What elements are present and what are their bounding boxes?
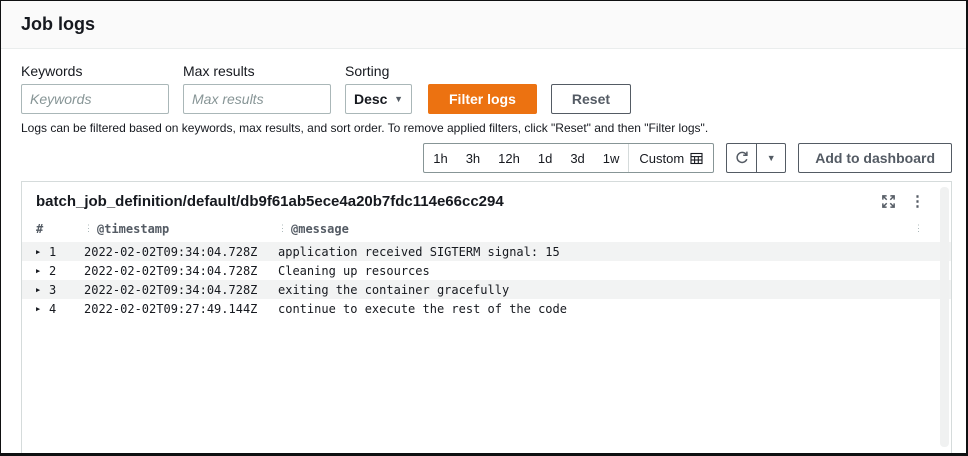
time-range-bar: 1h 3h 12h 1d 3d 1w Custom	[423, 143, 715, 173]
custom-range-label: Custom	[639, 150, 685, 166]
page-header: Job logs	[1, 1, 966, 49]
message-header-label: @message	[291, 222, 349, 236]
sorting-selected-value: Desc	[354, 91, 388, 107]
sorting-select[interactable]: Desc ▼	[345, 84, 412, 114]
keywords-label: Keywords	[21, 63, 83, 79]
refresh-icon	[734, 150, 750, 166]
refresh-button[interactable]	[727, 144, 756, 172]
log-row[interactable]: ▶ 1 2022-02-02T09:34:04.728Z application…	[22, 242, 951, 261]
row-expander-icon[interactable]: ▶	[36, 267, 44, 275]
max-results-input[interactable]	[183, 84, 331, 114]
row-number: 4	[49, 301, 57, 316]
time-range-12h[interactable]: 12h	[489, 144, 529, 172]
max-results-field-group: Max results	[183, 63, 331, 114]
log-row[interactable]: ▶ 3 2022-02-02T09:34:04.728Z exiting the…	[22, 280, 951, 299]
column-header-timestamp[interactable]: ⋮ @timestamp	[84, 222, 278, 236]
refresh-options-button[interactable]: ▼	[756, 144, 785, 172]
row-message: Cleaning up resources	[278, 263, 430, 278]
time-range-1h[interactable]: 1h	[424, 144, 456, 172]
sorting-field-group: Sorting Desc ▼	[345, 63, 412, 114]
time-range-3d[interactable]: 3d	[561, 144, 593, 172]
log-panel: batch_job_definition/default/db9f61ab5ec…	[21, 181, 952, 453]
kebab-menu-icon[interactable]: ⋮	[910, 192, 925, 210]
row-timestamp: 2022-02-02T09:34:04.728Z	[84, 263, 258, 278]
timestamp-header-label: @timestamp	[97, 222, 170, 236]
expand-fullscreen-icon[interactable]	[881, 194, 896, 209]
add-to-dashboard-button[interactable]: Add to dashboard	[798, 143, 952, 173]
column-divider-icon: ⋮	[278, 224, 287, 234]
content-area: Keywords Max results Sorting Desc ▼ Filt…	[1, 49, 966, 453]
refresh-button-group: ▼	[726, 143, 787, 173]
log-row[interactable]: ▶ 4 2022-02-02T09:27:49.144Z continue to…	[22, 299, 951, 318]
filter-logs-button[interactable]: Filter logs	[428, 84, 537, 114]
row-timestamp: 2022-02-02T09:27:49.144Z	[84, 301, 258, 316]
row-number: 1	[49, 244, 57, 259]
row-number: 2	[49, 263, 57, 278]
max-results-label: Max results	[183, 63, 255, 79]
calendar-grid-icon	[690, 152, 703, 165]
job-logs-window: Job logs Keywords Max results Sorting De…	[0, 0, 968, 456]
time-range-custom[interactable]: Custom	[628, 144, 713, 172]
row-timestamp: 2022-02-02T09:34:04.728Z	[84, 282, 258, 297]
log-table-header-row: # ⋮ @timestamp ⋮ @message ⋮	[22, 216, 951, 242]
panel-icons: ⋮	[881, 192, 939, 210]
log-panel-scrollbar[interactable]	[940, 187, 949, 447]
filters-row: Keywords Max results Sorting Desc ▼ Filt…	[21, 63, 952, 114]
column-divider-icon: ⋮	[914, 224, 923, 234]
row-message: exiting the container gracefully	[278, 282, 510, 297]
time-range-1w[interactable]: 1w	[594, 144, 629, 172]
row-expander-icon[interactable]: ▶	[36, 286, 44, 294]
filters-help-text: Logs can be filtered based on keywords, …	[21, 121, 709, 135]
row-message: continue to execute the rest of the code	[278, 301, 567, 316]
log-row[interactable]: ▶ 2 2022-02-02T09:34:04.728Z Cleaning up…	[22, 261, 951, 280]
time-controls-row: 1h 3h 12h 1d 3d 1w Custom ▼ Add to dashb…	[21, 143, 952, 173]
keywords-field-group: Keywords	[21, 63, 169, 114]
column-header-message[interactable]: ⋮ @message	[278, 222, 914, 236]
row-message: application received SIGTERM signal: 15	[278, 244, 560, 259]
row-expander-icon[interactable]: ▶	[36, 305, 44, 313]
column-divider-icon: ⋮	[84, 224, 93, 234]
row-timestamp: 2022-02-02T09:34:04.728Z	[84, 244, 258, 259]
row-number: 3	[49, 282, 57, 297]
reset-button[interactable]: Reset	[550, 84, 632, 114]
column-header-num[interactable]: #	[36, 222, 84, 236]
time-range-3h[interactable]: 3h	[457, 144, 489, 172]
keywords-input[interactable]	[21, 84, 169, 114]
sorting-label: Sorting	[345, 63, 390, 79]
log-table: # ⋮ @timestamp ⋮ @message ⋮ ▶ 1 2022-02-…	[22, 216, 951, 453]
chevron-down-icon: ▼	[766, 152, 776, 163]
log-panel-header: batch_job_definition/default/db9f61ab5ec…	[22, 182, 951, 216]
time-range-1d[interactable]: 1d	[529, 144, 561, 172]
row-expander-icon[interactable]: ▶	[36, 248, 44, 256]
log-panel-title: batch_job_definition/default/db9f61ab5ec…	[36, 192, 504, 210]
page-title: Job logs	[21, 14, 96, 34]
chevron-down-icon: ▼	[394, 93, 403, 104]
